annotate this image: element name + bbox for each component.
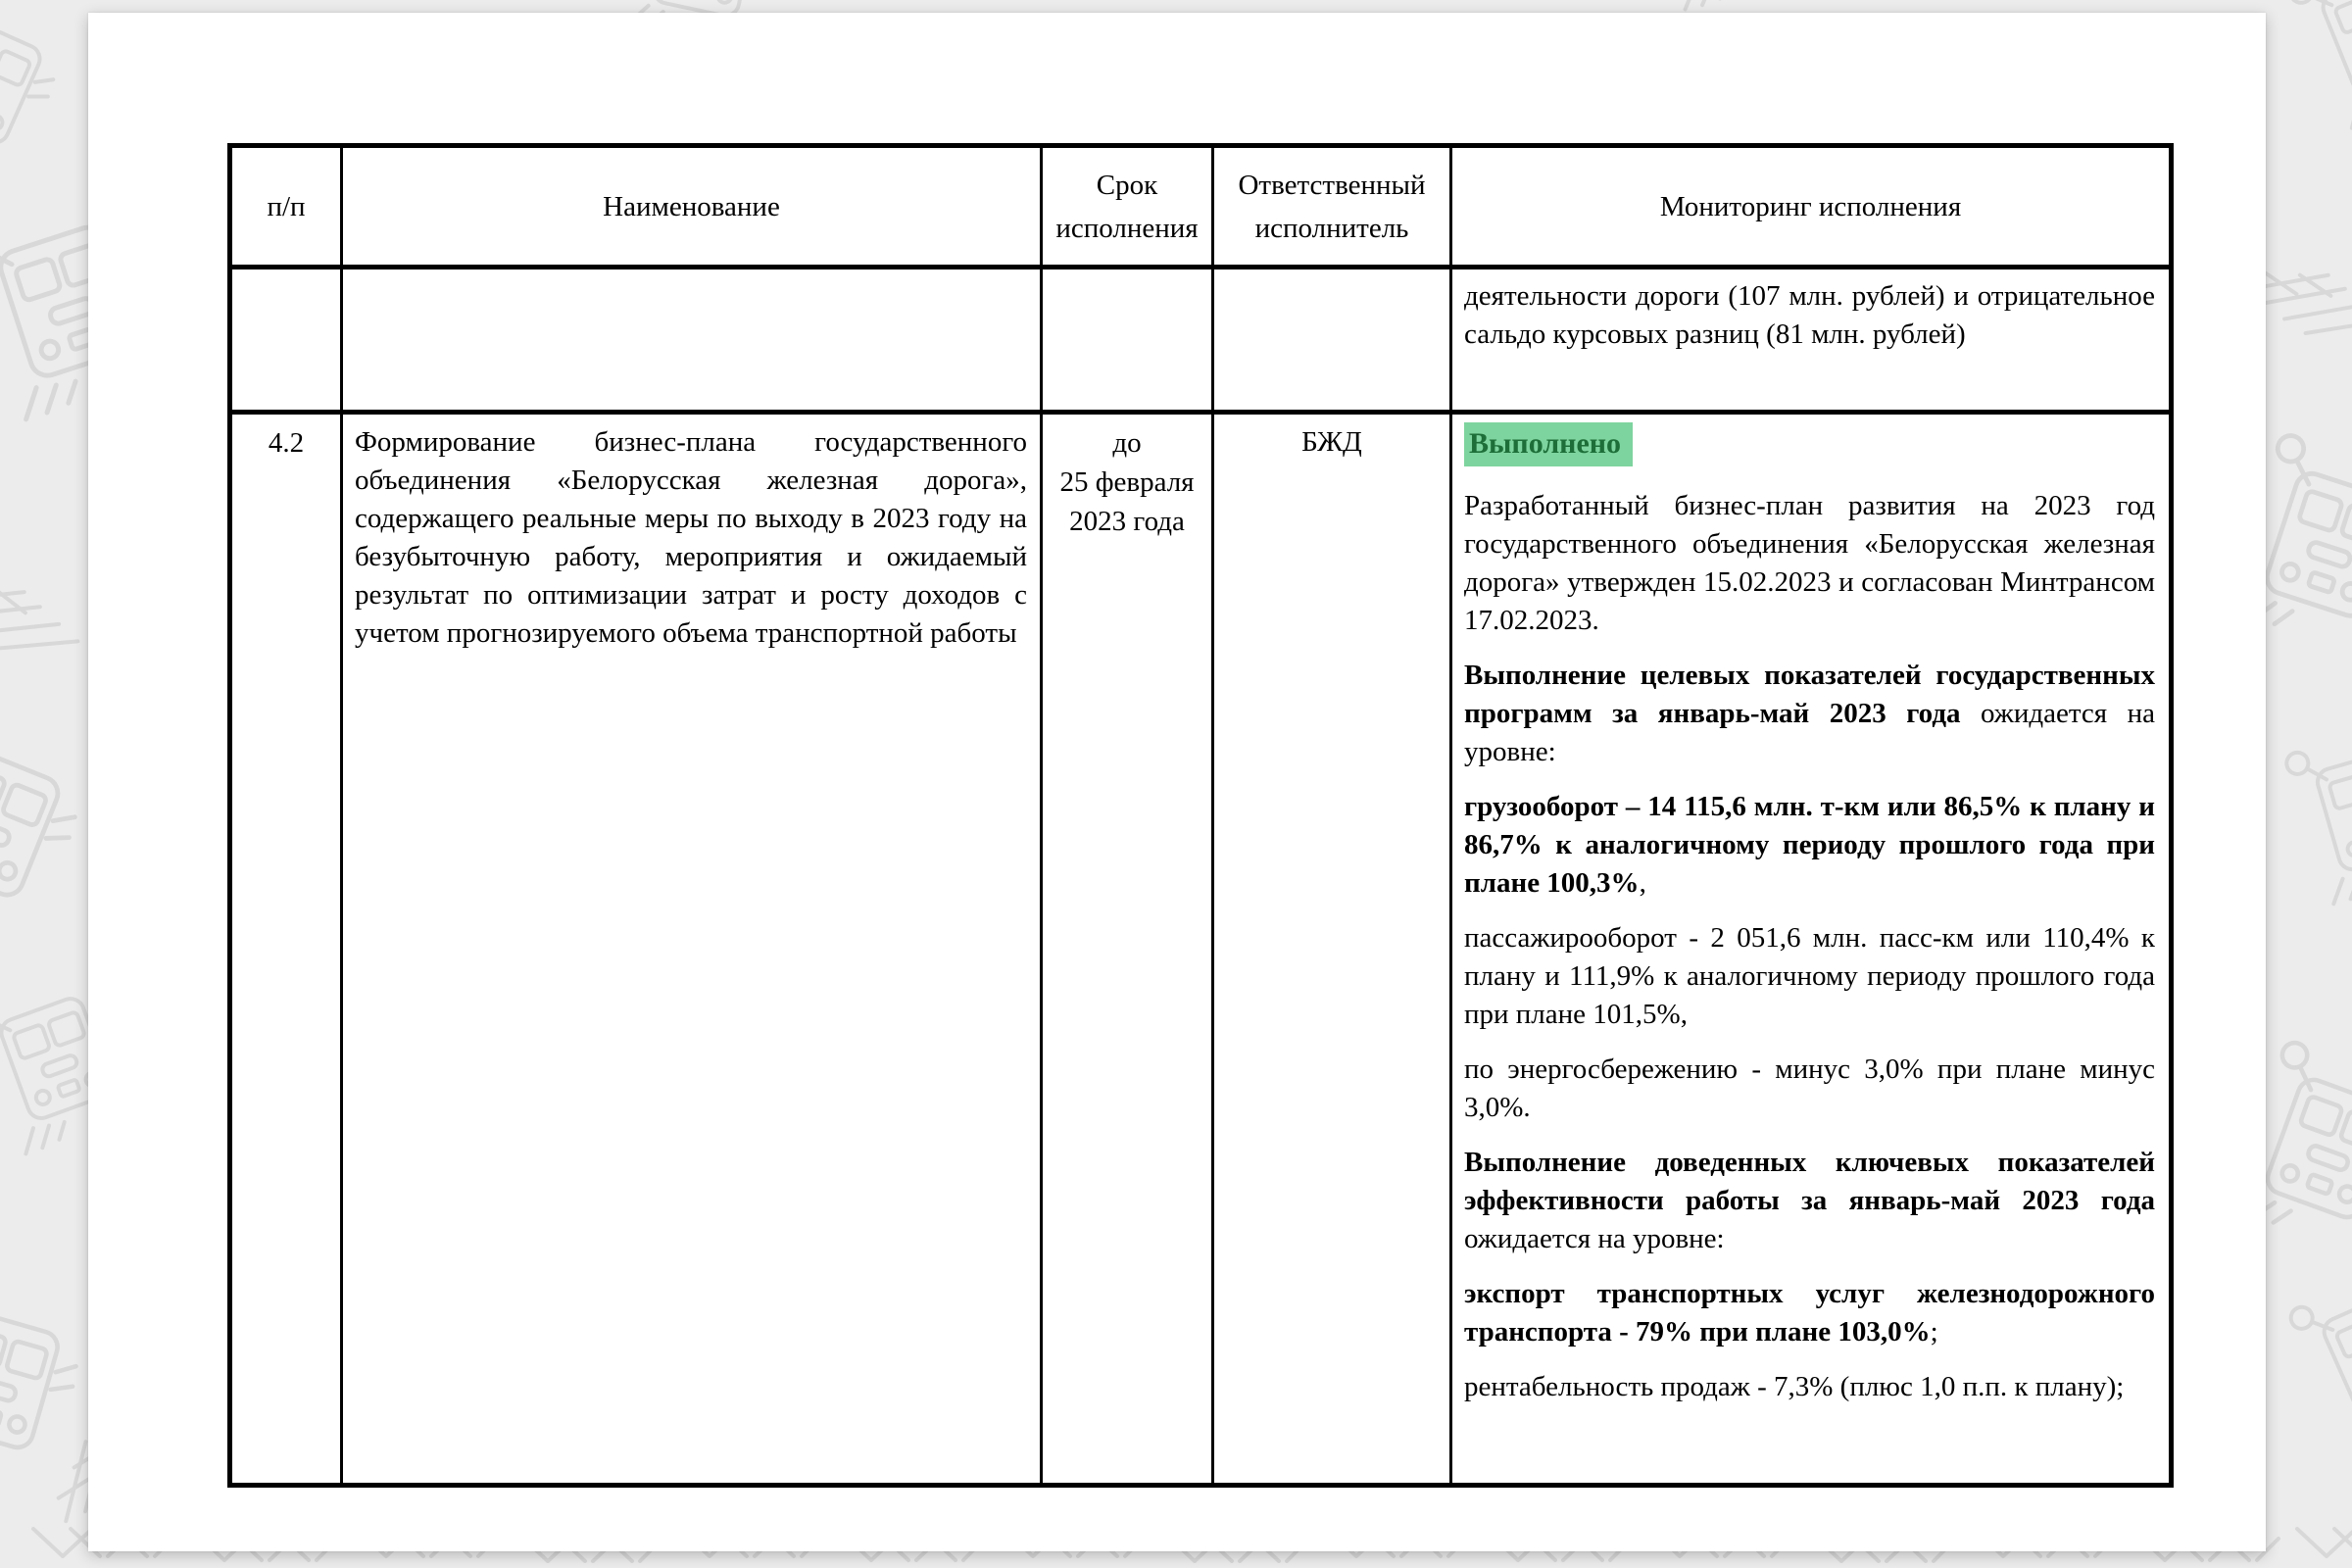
bold-run: Выполнение доведенных ключевых показател…	[1464, 1147, 2155, 1216]
text-run: ,	[1640, 867, 1646, 899]
header-name: Наименование	[342, 146, 1042, 268]
document-page: п/п Наименование Срок исполнения Ответст…	[88, 13, 2266, 1551]
text-run: ожидается на уровне:	[1464, 1223, 1725, 1254]
monitoring-paragraph: Выполнение целевых показателей государст…	[1464, 657, 2155, 771]
cell-num: 4.2	[230, 413, 342, 1486]
bold-run: экспорт транспортных услуг железнодорожн…	[1464, 1278, 2155, 1348]
cell-monitoring-continuation: деятельности дороги (107 млн. рублей) и …	[1451, 268, 2172, 413]
monitoring-paragraph: Разработанный бизнес-план развития на 20…	[1464, 487, 2155, 640]
monitoring-paragraph: пассажирооборот - 2 051,6 млн. пасс-км и…	[1464, 919, 2155, 1034]
cell-term-empty	[1042, 268, 1213, 413]
monitoring-paragraph: грузооборот – 14 115,6 млн. т-км или 86,…	[1464, 788, 2155, 903]
desktop-background: п/п Наименование Срок исполнения Ответст…	[0, 0, 2352, 1568]
term-line: 25 февраля	[1044, 463, 1210, 502]
cell-name: Формирование бизнес-плана государственно…	[342, 413, 1042, 1486]
cell-num-empty	[230, 268, 342, 413]
header-responsible: Ответственный исполнитель	[1213, 146, 1451, 268]
header-term: Срок исполнения	[1042, 146, 1213, 268]
monitoring-paragraph: деятельности дороги (107 млн. рублей) и …	[1464, 277, 2155, 354]
status-line: Выполнено	[1464, 422, 2155, 466]
text-run: ;	[1931, 1316, 1938, 1348]
table-row-continuation: деятельности дороги (107 млн. рублей) и …	[230, 268, 2172, 413]
term-line: 2023 года	[1044, 502, 1210, 541]
table-header-row: п/п Наименование Срок исполнения Ответст…	[230, 146, 2172, 268]
monitoring-paragraph: экспорт транспортных услуг железнодорожн…	[1464, 1275, 2155, 1351]
status-badge: Выполнено	[1464, 422, 1633, 466]
header-monitoring: Мониторинг исполнения	[1451, 146, 2172, 268]
cell-term: до 25 февраля 2023 года	[1042, 413, 1213, 1486]
cell-monitoring: Выполнено Разработанный бизнес-план разв…	[1451, 413, 2172, 1486]
monitoring-paragraph: по энергосбережению - минус 3,0% при пла…	[1464, 1051, 2155, 1127]
monitoring-paragraph: рентабельность продаж - 7,3% (плюс 1,0 п…	[1464, 1368, 2155, 1406]
table-row-4-2: 4.2 Формирование бизнес-плана государств…	[230, 413, 2172, 1486]
term-line: до	[1044, 423, 1210, 463]
bold-run: грузооборот – 14 115,6 млн. т-км или 86,…	[1464, 791, 2155, 899]
monitoring-table: п/п Наименование Срок исполнения Ответст…	[227, 143, 2174, 1488]
cell-responsible: БЖД	[1213, 413, 1451, 1486]
cell-name-empty	[342, 268, 1042, 413]
cell-responsible-empty	[1213, 268, 1451, 413]
header-num: п/п	[230, 146, 342, 268]
monitoring-paragraph: Выполнение доведенных ключевых показател…	[1464, 1144, 2155, 1258]
